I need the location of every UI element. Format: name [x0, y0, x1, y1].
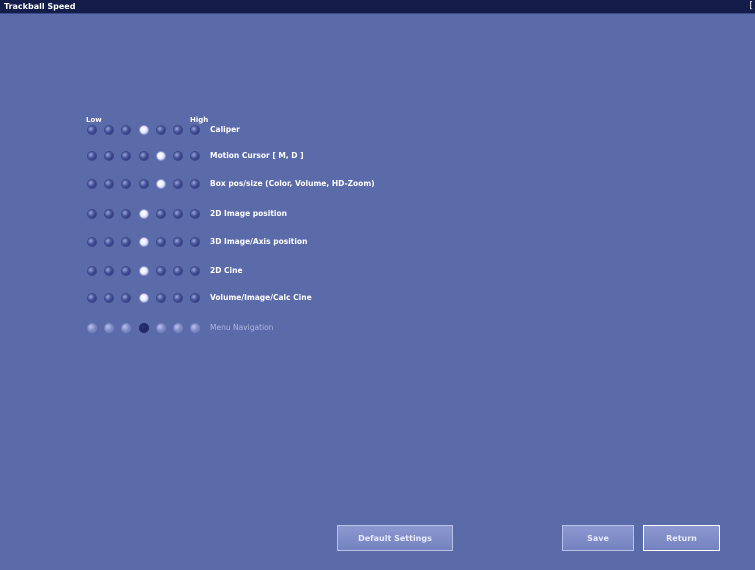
- speed-row: Box pos/size (Color, Volume, HD-Zoom): [80, 177, 480, 193]
- speed-radio-button[interactable]: [88, 152, 96, 160]
- speed-radio-button[interactable]: [157, 126, 165, 134]
- speed-radio-button[interactable]: [157, 210, 165, 218]
- speed-radio-button[interactable]: [122, 210, 130, 218]
- speed-radio-button[interactable]: [140, 294, 148, 302]
- speed-radio-button[interactable]: [105, 238, 113, 246]
- speed-row: 3D Image/Axis position: [80, 235, 480, 251]
- speed-row-label: Menu Navigation: [210, 323, 274, 332]
- speed-radio-group: [80, 291, 210, 307]
- speed-radio-button[interactable]: [191, 210, 199, 218]
- speed-radio-button[interactable]: [191, 126, 199, 134]
- speed-radio-button[interactable]: [174, 180, 182, 188]
- window-title: Trackball Speed: [4, 2, 76, 11]
- default-settings-button[interactable]: Default Settings: [337, 525, 453, 551]
- settings-panel: Low High Caliper Motion Cursor [ M, D ] Bo…: [0, 14, 755, 570]
- speed-radio-button[interactable]: [88, 294, 96, 302]
- speed-radio-button[interactable]: [191, 238, 199, 246]
- speed-row: Volume/Image/Calc Cine: [80, 291, 480, 307]
- close-icon[interactable]: [: [749, 0, 753, 13]
- speed-row: Motion Cursor [ M, D ]: [80, 149, 480, 165]
- speed-radio-button[interactable]: [122, 324, 130, 332]
- speed-radio-button[interactable]: [105, 324, 113, 332]
- speed-radio-button[interactable]: [105, 152, 113, 160]
- speed-radio-button[interactable]: [88, 126, 96, 134]
- speed-radio-button[interactable]: [88, 238, 96, 246]
- speed-radio-button[interactable]: [140, 180, 148, 188]
- speed-radio-button[interactable]: [174, 238, 182, 246]
- speed-radio-group: [80, 235, 210, 251]
- speed-radio-button[interactable]: [174, 152, 182, 160]
- speed-row-label: Volume/Image/Calc Cine: [210, 293, 312, 302]
- speed-radio-button[interactable]: [191, 294, 199, 302]
- speed-radio-button[interactable]: [191, 180, 199, 188]
- save-button[interactable]: Save: [562, 525, 634, 551]
- speed-radio-button[interactable]: [157, 238, 165, 246]
- speed-radio-button[interactable]: [140, 152, 148, 160]
- speed-radio-button[interactable]: [157, 152, 165, 160]
- speed-radio-button[interactable]: [122, 180, 130, 188]
- speed-radio-button[interactable]: [122, 152, 130, 160]
- speed-radio-button[interactable]: [140, 324, 148, 332]
- speed-radio-button[interactable]: [122, 238, 130, 246]
- speed-radio-button[interactable]: [191, 152, 199, 160]
- speed-radio-group: [80, 149, 210, 165]
- speed-row-label: Motion Cursor [ M, D ]: [210, 151, 304, 160]
- speed-radio-button[interactable]: [174, 324, 182, 332]
- speed-radio-group: [80, 264, 210, 280]
- speed-radio-button[interactable]: [174, 267, 182, 275]
- speed-radio-button[interactable]: [122, 126, 130, 134]
- speed-radio-button[interactable]: [157, 294, 165, 302]
- speed-row-label: 3D Image/Axis position: [210, 237, 308, 246]
- title-bar: Trackball Speed [: [0, 0, 755, 14]
- speed-row-label: Caliper: [210, 125, 240, 134]
- speed-radio-button[interactable]: [140, 210, 148, 218]
- speed-radio-button[interactable]: [88, 210, 96, 218]
- speed-radio-button[interactable]: [122, 267, 130, 275]
- trackball-speed-window: Trackball Speed [ Low High Caliper Motion…: [0, 0, 755, 570]
- speed-radio-button[interactable]: [191, 324, 199, 332]
- speed-radio-button[interactable]: [140, 126, 148, 134]
- return-button[interactable]: Return: [643, 525, 720, 551]
- speed-radio-button[interactable]: [88, 324, 96, 332]
- speed-radio-button[interactable]: [140, 267, 148, 275]
- speed-radio-button[interactable]: [105, 126, 113, 134]
- speed-radio-group: [80, 207, 210, 223]
- speed-radio-button[interactable]: [174, 126, 182, 134]
- speed-row: Caliper: [80, 123, 480, 139]
- speed-radio-button[interactable]: [140, 238, 148, 246]
- speed-radio-button[interactable]: [88, 267, 96, 275]
- speed-radio-button[interactable]: [157, 180, 165, 188]
- speed-radio-button[interactable]: [105, 180, 113, 188]
- speed-row-label: 2D Image position: [210, 209, 287, 218]
- speed-radio-button[interactable]: [88, 180, 96, 188]
- speed-radio-group: [80, 123, 210, 139]
- speed-row-label: Box pos/size (Color, Volume, HD-Zoom): [210, 179, 375, 188]
- speed-radio-group: [80, 177, 210, 193]
- speed-radio-button[interactable]: [105, 267, 113, 275]
- speed-radio-button[interactable]: [122, 294, 130, 302]
- speed-radio-button[interactable]: [191, 267, 199, 275]
- speed-radio-button[interactable]: [157, 267, 165, 275]
- speed-row: 2D Image position: [80, 207, 480, 223]
- speed-radio-button[interactable]: [174, 294, 182, 302]
- speed-radio-button[interactable]: [105, 210, 113, 218]
- speed-radio-button[interactable]: [174, 210, 182, 218]
- speed-row: 2D Cine: [80, 264, 480, 280]
- speed-row-label: 2D Cine: [210, 266, 243, 275]
- speed-row: Menu Navigation: [80, 321, 480, 337]
- speed-radio-button[interactable]: [105, 294, 113, 302]
- speed-radio-group: [80, 321, 210, 337]
- speed-radio-button[interactable]: [157, 324, 165, 332]
